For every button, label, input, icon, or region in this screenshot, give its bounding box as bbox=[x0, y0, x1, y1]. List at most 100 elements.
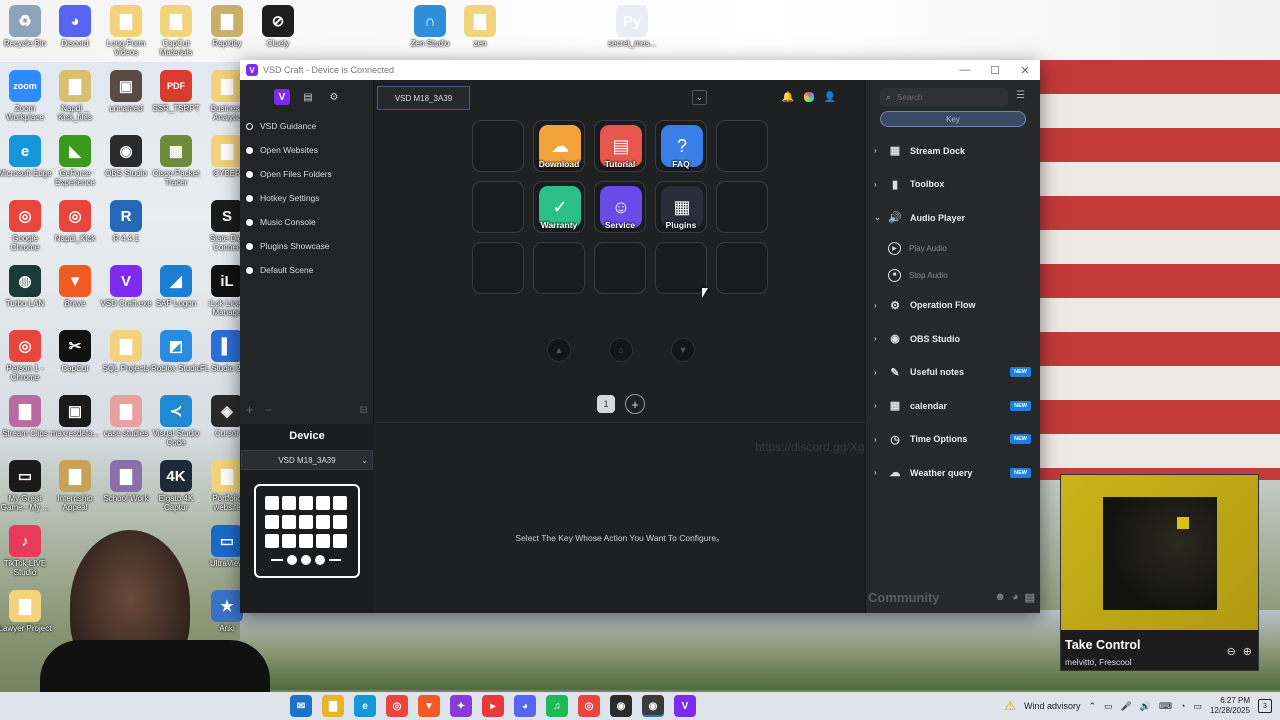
key-empty[interactable] bbox=[472, 242, 524, 294]
weather-text[interactable]: Wind advisory bbox=[1024, 701, 1081, 711]
desktop-icon[interactable]: ▣ maxresdefa... bbox=[47, 395, 103, 438]
notifications-button[interactable]: 3 bbox=[1258, 699, 1272, 713]
microphone-icon[interactable]: 🎤 bbox=[1121, 701, 1132, 712]
key-empty[interactable] bbox=[716, 120, 768, 172]
key-empty[interactable] bbox=[472, 120, 524, 172]
desktop-icon[interactable]: ◩ Roblox Studio bbox=[148, 330, 204, 373]
taskbar-obs-icon[interactable]: ◉ bbox=[642, 695, 664, 717]
key-service[interactable]: ☺ Service bbox=[594, 181, 646, 233]
list-view-icon[interactable]: ☰ bbox=[1016, 90, 1025, 101]
category-time-options[interactable]: › ◷ Time Options NEW bbox=[866, 423, 1041, 457]
profile-options-icon[interactable]: ⊟ bbox=[360, 405, 368, 416]
desktop-icon[interactable]: ▼ Brave bbox=[47, 265, 103, 308]
taskbar-snip-icon[interactable]: ▸ bbox=[482, 695, 504, 717]
sidebar-item-open-websites[interactable]: Open Websites bbox=[240, 138, 373, 162]
desktop-icon[interactable]: ▇ Napdi _ Kick_files bbox=[47, 70, 103, 122]
battery-icon[interactable]: ▭ bbox=[1193, 701, 1202, 712]
vsd-home-icon[interactable]: V bbox=[274, 89, 290, 105]
taskbar-multi-icon[interactable]: ✦ bbox=[450, 695, 472, 717]
collapse-icon[interactable]: ⊖ bbox=[1227, 645, 1236, 658]
desktop-icon[interactable]: R R 4.4.1 bbox=[98, 200, 154, 243]
desktop-icon[interactable]: ≺ Visual Studio Code bbox=[148, 395, 204, 447]
bell-icon[interactable]: 🔔 bbox=[780, 89, 796, 105]
clock[interactable]: 6:27 PM 12/28/2025 bbox=[1210, 696, 1250, 716]
desktop-icon[interactable]: ◎ Napdi_Kick bbox=[47, 200, 103, 243]
desktop-icon[interactable]: ▇ Internship Appeal bbox=[47, 460, 103, 512]
maximize-button[interactable]: ☐ bbox=[980, 64, 1010, 77]
desktop-icon[interactable]: ▣ unnamed bbox=[98, 70, 154, 113]
category-stream-dock[interactable]: › ▦ Stream Dock bbox=[866, 134, 1041, 168]
key-empty[interactable] bbox=[716, 181, 768, 233]
device-select[interactable]: VSD M18_3A39 ⌄ bbox=[241, 450, 373, 470]
desktop-icon[interactable]: ⊘ Cluely bbox=[250, 5, 306, 48]
category-useful-notes[interactable]: › ✎ Useful notes NEW bbox=[866, 356, 1041, 390]
key-tutorial[interactable]: ▤ Tutorial bbox=[594, 120, 646, 172]
window-titlebar[interactable]: V VSD Craft - Device is Connected — ☐ ✕ bbox=[240, 60, 1040, 80]
taskbar-edge-icon[interactable]: e bbox=[354, 695, 376, 717]
category-operation-flow[interactable]: › ⚙ Operation Flow bbox=[866, 289, 1041, 323]
category-weather-query[interactable]: › ☁ Weather query NEW bbox=[866, 456, 1041, 490]
category-toolbox[interactable]: › ▮ Toolbox bbox=[866, 168, 1041, 202]
device-icon[interactable]: ▤ bbox=[300, 89, 316, 105]
taskbar-camera-icon[interactable]: ◉ bbox=[610, 695, 632, 717]
reddit-icon[interactable]: ☻ bbox=[994, 591, 1006, 604]
sidebar-item-music-console[interactable]: Music Console bbox=[240, 210, 373, 234]
chevron-down-icon[interactable]: ⌄ bbox=[692, 90, 707, 105]
category-audio-player[interactable]: ⌄ 🔊 Audio Player bbox=[866, 201, 1041, 235]
desktop-icon[interactable]: ▇ SQL Projects bbox=[98, 330, 154, 373]
key-download[interactable]: ☁ Download bbox=[533, 120, 585, 172]
desktop-icon[interactable]: ▇ zen bbox=[452, 5, 508, 48]
wifi-icon[interactable]: ◔ bbox=[1180, 701, 1185, 711]
search-input[interactable]: ⌕ Search bbox=[880, 88, 1008, 106]
add-profile-button[interactable]: + bbox=[246, 403, 253, 417]
desktop-icon[interactable]: zoom Zoom Workplace bbox=[0, 70, 53, 122]
desktop-icon[interactable]: ◣ GeForce Experience bbox=[47, 135, 103, 187]
desktop-icon[interactable]: ◍ Turbo LAN bbox=[0, 265, 53, 308]
taskbar-spotify-icon[interactable]: ♫ bbox=[546, 695, 568, 717]
sidebar-item-open-files-folders[interactable]: Open Files Folders bbox=[240, 162, 373, 186]
taskbar-chrome-2-icon[interactable]: ◎ bbox=[578, 695, 600, 717]
sidebar-item-plugins-showcase[interactable]: Plugins Showcase bbox=[240, 234, 373, 258]
key-warranty[interactable]: ✓ Warranty bbox=[533, 181, 585, 233]
key-empty[interactable] bbox=[655, 242, 707, 294]
taskbar-file-explorer-icon[interactable]: ▇ bbox=[322, 695, 344, 717]
key-empty[interactable] bbox=[594, 242, 646, 294]
desktop-icon[interactable]: ♻ Recycle Bin bbox=[0, 5, 53, 48]
desktop-icon[interactable]: ▇ case studies bbox=[98, 395, 154, 438]
desktop-icon[interactable]: PDF SSR_TSRPT bbox=[148, 70, 204, 113]
category-calendar[interactable]: › ▦ calendar NEW bbox=[866, 389, 1041, 423]
action-play-audio[interactable]: ▶ Play Audio bbox=[866, 235, 1041, 262]
desktop-icon[interactable]: ▇ Stream Clips bbox=[0, 395, 53, 438]
expand-icon[interactable]: ⊕ bbox=[1243, 645, 1252, 658]
sidebar-item-hotkey-settings[interactable]: Hotkey Settings bbox=[240, 186, 373, 210]
minimize-button[interactable]: — bbox=[950, 64, 980, 77]
desktop-icon[interactable]: ▦ Cisco Packet Tracer bbox=[148, 135, 204, 187]
add-page-button[interactable]: + bbox=[625, 394, 645, 414]
page-button[interactable]: 1 bbox=[597, 395, 615, 413]
taskbar-chrome-icon[interactable]: ◎ bbox=[386, 695, 408, 717]
key-plugins[interactable]: ▦ Plugins bbox=[655, 181, 707, 233]
knob-home-button[interactable]: ⌂ bbox=[609, 338, 633, 362]
desktop-icon[interactable]: ◢ SAP Logon bbox=[148, 265, 204, 308]
desktop-icon[interactable]: 4K Elgato 4K Captur bbox=[148, 460, 204, 512]
desktop-icon[interactable]: ▇ Long Form Videos bbox=[98, 5, 154, 57]
key-empty[interactable] bbox=[472, 181, 524, 233]
knob-down-button[interactable]: ▼ bbox=[671, 338, 695, 362]
key-empty[interactable] bbox=[716, 242, 768, 294]
desktop-icon[interactable]: ▇ Rapidity bbox=[199, 5, 255, 48]
taskbar-mail-icon[interactable]: ✉ bbox=[290, 695, 312, 717]
tray-app-icon[interactable]: ▭ bbox=[1104, 701, 1113, 712]
device-tab[interactable]: VSD M18_3A39 bbox=[377, 86, 470, 110]
close-button[interactable]: ✕ bbox=[1010, 64, 1040, 77]
desktop-icon[interactable]: ◉ OBS Studio bbox=[98, 135, 154, 178]
desktop-icon[interactable]: ◕ Discord bbox=[47, 5, 103, 48]
show-hidden-icons[interactable]: ⌃ bbox=[1089, 701, 1097, 712]
sidebar-item-default-scene[interactable]: Default Scene bbox=[240, 258, 373, 282]
knob-up-button[interactable]: ▲ bbox=[547, 338, 571, 362]
desktop-icon[interactable]: V VSD Craft.exe bbox=[98, 265, 154, 308]
taskbar-discord-icon[interactable]: ◕ bbox=[514, 695, 536, 717]
community-label[interactable]: Community bbox=[868, 590, 940, 605]
desktop-icon[interactable]: ✂ CapCut bbox=[47, 330, 103, 373]
desktop-icon[interactable]: ▇ CapCut Materials bbox=[148, 5, 204, 57]
discord-icon[interactable]: ◕ bbox=[1012, 591, 1019, 604]
